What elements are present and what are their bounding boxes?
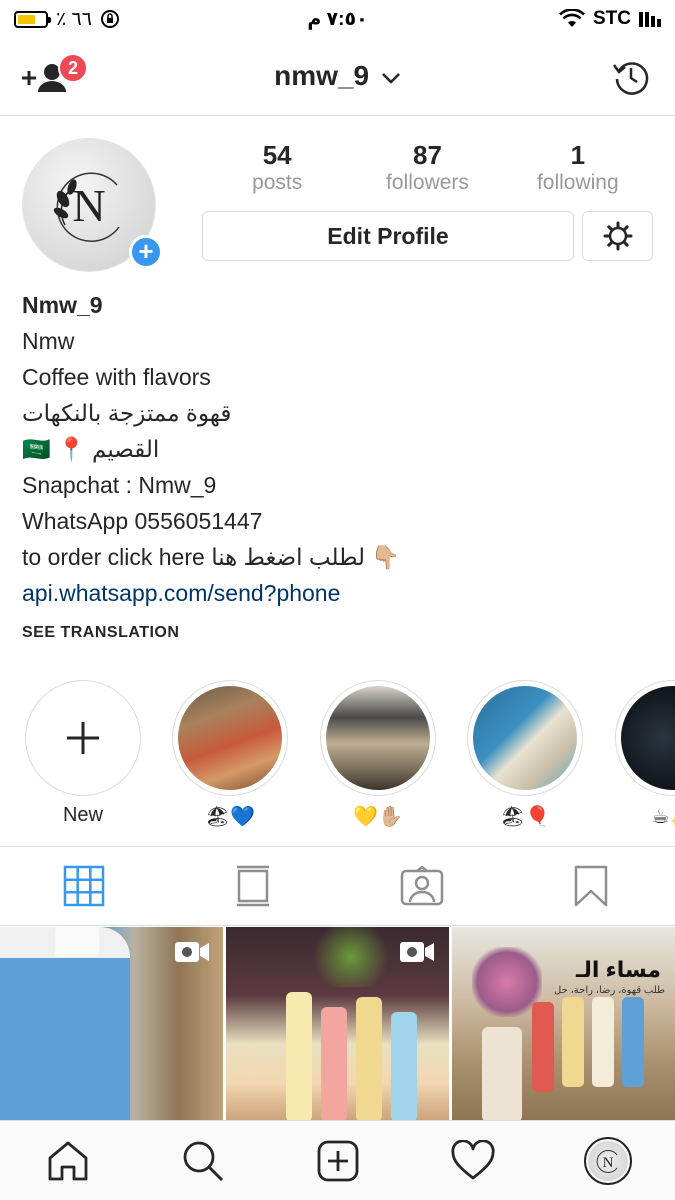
bio-line: قهوة ممتزجة بالنكهات [22,400,232,426]
wifi-icon [559,9,585,27]
profile-stats: 54 posts 87 followers 1 following [202,140,653,196]
following-count: 1 [570,140,586,170]
grid-icon [64,865,105,907]
heart-icon [450,1139,495,1179]
profile-avatar-mini: N [583,1136,632,1185]
carrier-name: STC [593,8,631,29]
bookmark-icon [574,865,607,907]
tab-tagged[interactable] [338,847,507,925]
bottom-tab-bar: N [0,1120,675,1200]
logo-letter: N [602,1155,613,1171]
username-dropdown[interactable]: nmw_9 [0,60,675,92]
video-icon [175,942,209,962]
post-thumbnail[interactable] [226,927,449,1122]
settings-button[interactable] [582,211,653,261]
following-label: following [536,171,619,194]
profile-tab[interactable]: N [540,1121,675,1200]
new-highlight-button[interactable] [25,680,141,796]
bio-line: to order click here لطلب اضغط هنا 👇🏼 [22,544,401,570]
activity-tab[interactable] [405,1121,540,1200]
create-post-tab[interactable] [270,1121,405,1200]
tab-feed[interactable] [169,847,338,925]
highlight-item[interactable]: ☕✨ [615,680,675,829]
add-story-plus-icon[interactable]: + [129,235,163,269]
highlight-thumbnail [621,686,675,790]
profile-tabs [0,846,675,926]
username-title: nmw_9 [274,60,370,91]
add-post-icon [317,1140,358,1181]
highlight-caption: ☕✨ [651,806,675,828]
home-icon [48,1141,87,1180]
highlight-caption: 🏖💙 [204,806,256,828]
highlight-thumbnail [326,686,430,790]
stat-posts[interactable]: 54 posts [202,140,352,196]
story-highlights: New 🏖💙 💛✋🏼 🏖🎈 ☕✨ [0,680,675,830]
bio-link[interactable]: api.whatsapp.com/send?phone [22,575,662,611]
bio-line: Snapchat : Nmw_9 [22,472,217,498]
video-icon [400,942,434,962]
gear-icon [603,221,632,251]
profile-name: Nmw_9 [22,292,103,318]
history-icon [612,62,649,95]
highlight-thumbnail [473,686,577,790]
battery-icon [14,10,51,28]
battery-percentage: ٪ ٦٦ [56,8,92,30]
plus-icon [67,722,99,754]
search-tab[interactable] [135,1121,270,1200]
profile-nav-bar: 2 nmw_9 [0,38,675,116]
highlight-caption: 🏖🎈 [499,806,551,828]
bio-line: القصيم 📍 🇸🇦 [22,436,160,462]
highlight-caption: New [62,804,103,826]
tab-saved[interactable] [506,847,675,925]
post-caption-subtext: طلب قهوة، رضا، راحة، حل [554,985,665,996]
bio-line: Coffee with flavors [22,364,211,390]
search-icon [183,1141,223,1181]
status-bar: ٪ ٦٦ ٧:٥٠ م STC [0,0,675,38]
profile-avatar[interactable]: N + [22,138,163,272]
logo-letter: N [72,180,105,231]
tagged-icon [400,866,444,906]
archive-button[interactable] [611,57,651,97]
highlight-item[interactable]: 💛✋🏼 [320,680,436,829]
followers-count: 87 [413,140,442,170]
brand-logo: N [596,1149,617,1173]
post-thumbnail[interactable]: مساء الـ طلب قهوة، رضا، راحة، حل [452,927,675,1122]
chevron-down-icon [381,72,400,84]
edit-profile-button[interactable]: Edit Profile [202,211,574,261]
tab-grid[interactable] [0,847,169,925]
highlight-item[interactable]: 🏖💙 [172,680,288,829]
orientation-lock-icon [100,10,119,28]
signal-icon [639,11,661,27]
see-translation-link[interactable]: SEE TRANSLATION [22,624,179,642]
stat-followers[interactable]: 87 followers [352,140,502,196]
profile-bio: Nmw_9 Nmw Coffee with flavors قهوة ممتزج… [22,287,662,611]
highlight-caption: 💛✋🏼 [353,806,403,828]
highlight-item[interactable]: 🏖🎈 [467,680,583,829]
posts-grid: مساء الـ طلب قهوة، رضا، راحة، حل [0,927,675,1122]
highlight-new[interactable]: New [25,680,141,827]
post-caption-text: مساء الـ [576,957,661,982]
posts-label: posts [252,171,303,194]
feed-icon [237,865,270,907]
followers-label: followers [386,171,469,194]
brand-logo: N [53,172,120,242]
highlight-thumbnail [178,686,282,790]
stat-following[interactable]: 1 following [503,140,653,196]
bio-line: WhatsApp 0556051447 [22,508,263,534]
home-tab[interactable] [0,1121,135,1200]
posts-count: 54 [262,140,292,170]
bio-line: Nmw [22,328,75,354]
